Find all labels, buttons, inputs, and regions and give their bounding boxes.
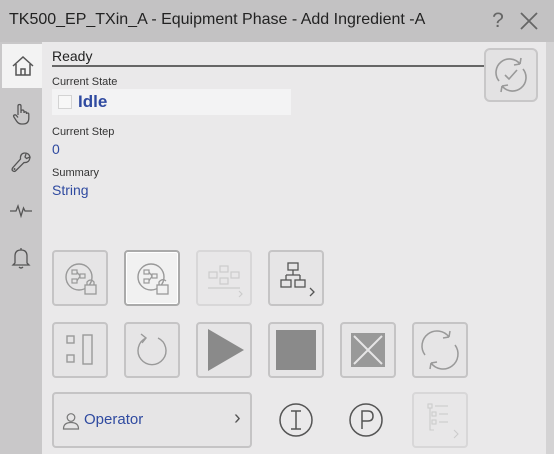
- logic-unlocked-icon: [137, 263, 169, 295]
- interlock-button[interactable]: [270, 394, 322, 446]
- home-icon: [12, 55, 34, 76]
- help-icon: ?: [492, 9, 504, 32]
- summary-label: Summary: [52, 167, 100, 179]
- step-list-icon: [427, 403, 459, 439]
- permissive-button[interactable]: [340, 394, 392, 446]
- restart-icon: [421, 330, 459, 370]
- stop-button[interactable]: [268, 322, 324, 378]
- chevron-right-icon: ›: [234, 407, 241, 429]
- reset-button[interactable]: [124, 322, 180, 378]
- summary-value: String: [52, 182, 89, 198]
- close-icon: [520, 12, 538, 30]
- wrench-icon: [11, 152, 31, 173]
- current-state-label: Current State: [52, 76, 118, 88]
- operator-label: Operator: [84, 411, 144, 428]
- faceplate-home: Ready Current State Idle Current Step 0 …: [42, 42, 546, 454]
- phase-details-button[interactable]: [52, 322, 108, 378]
- hand-pointer-icon: [12, 103, 30, 125]
- tab-home[interactable]: [2, 44, 42, 88]
- tab-alarms[interactable]: [0, 236, 42, 280]
- reset-icon: [137, 333, 167, 366]
- step-list-button[interactable]: [412, 392, 468, 448]
- current-state-value: Idle: [78, 92, 108, 111]
- window-title: TK500_EP_TXin_A - Equipment Phase - Add …: [9, 11, 426, 28]
- logic-locked-icon: [65, 263, 97, 295]
- user-icon: [62, 413, 80, 430]
- pulse-icon: [10, 204, 32, 219]
- tab-trends[interactable]: [0, 188, 42, 232]
- hierarchy-navigation-button[interactable]: [268, 250, 324, 306]
- permissive-icon: [349, 403, 383, 437]
- close-button[interactable]: [517, 9, 541, 33]
- tab-manual[interactable]: [0, 92, 42, 136]
- abort-icon: [351, 333, 385, 367]
- equipment-sequence-icon: [208, 265, 243, 298]
- restart-button[interactable]: [412, 322, 468, 378]
- current-step-value: 0: [52, 141, 60, 157]
- status-divider: [52, 65, 488, 67]
- scrollbar[interactable]: [546, 42, 554, 454]
- start-button[interactable]: [196, 322, 252, 378]
- state-indicator: [58, 95, 72, 109]
- interlock-icon: [279, 403, 313, 437]
- abort-button[interactable]: [340, 322, 396, 378]
- tab-maintenance[interactable]: [0, 140, 42, 184]
- current-step-label: Current Step: [52, 126, 115, 138]
- hierarchy-icon: [280, 262, 315, 297]
- refresh-status-button[interactable]: [484, 48, 538, 102]
- stop-icon: [276, 330, 316, 370]
- operator-button[interactable]: Operator ›: [52, 392, 252, 448]
- status-text: Ready: [52, 48, 93, 64]
- play-icon: [208, 329, 244, 371]
- nav-rail: [0, 42, 42, 454]
- bell-icon: [11, 248, 31, 269]
- title-bar: TK500_EP_TXin_A - Equipment Phase - Add …: [0, 0, 554, 42]
- help-button[interactable]: ?: [486, 9, 510, 33]
- refresh-icon: [495, 57, 527, 93]
- split-panel-icon: [66, 334, 93, 365]
- equipment-sequence-button[interactable]: [196, 250, 252, 306]
- unlocked-logic-button[interactable]: [124, 250, 180, 306]
- locked-logic-button[interactable]: [52, 250, 108, 306]
- current-state-field: Idle: [52, 89, 291, 115]
